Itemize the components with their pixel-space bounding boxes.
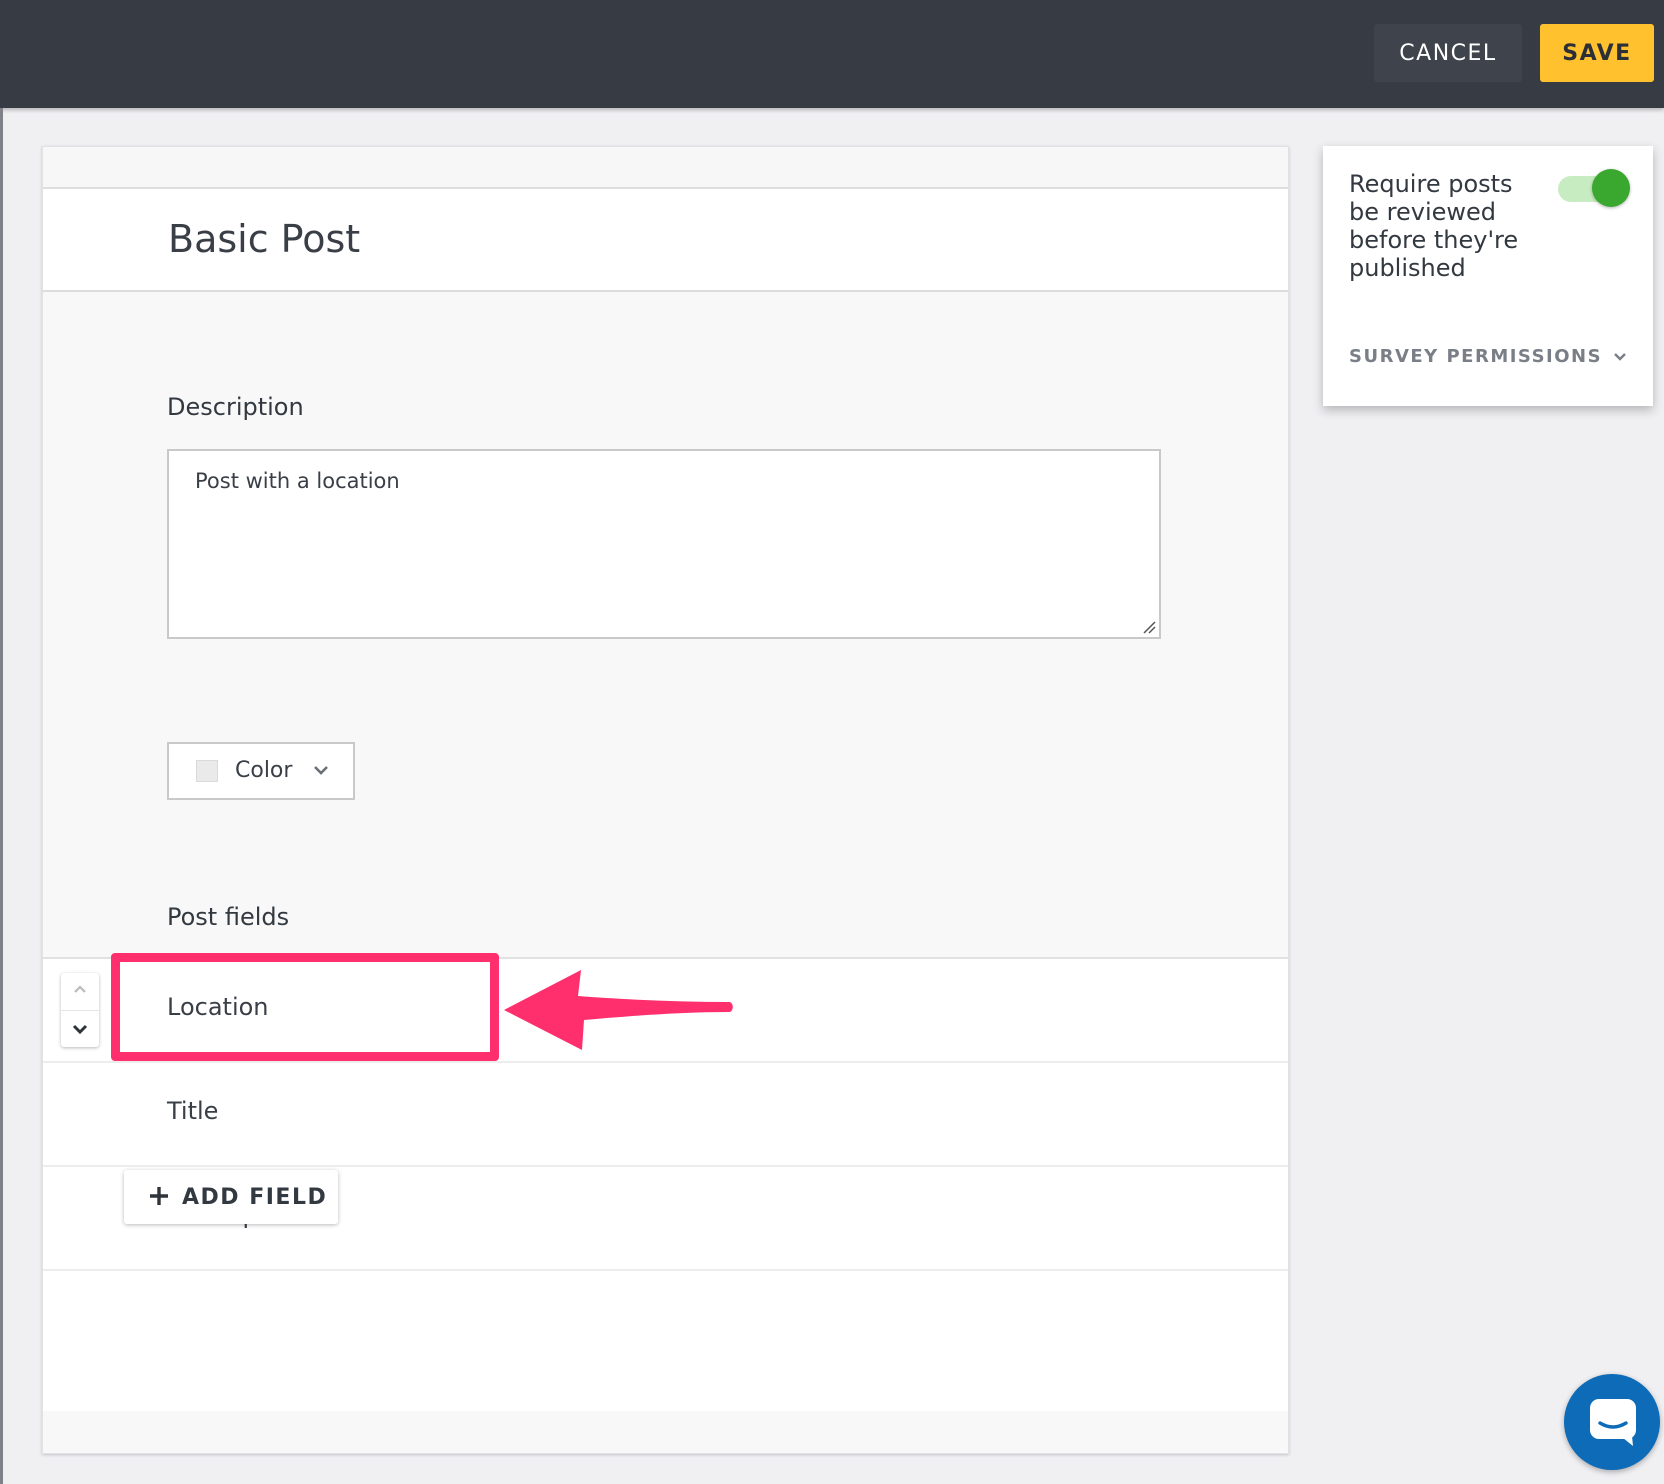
annotation-highlight-box [111, 953, 499, 1061]
save-button[interactable]: SAVE [1540, 24, 1654, 82]
reorder-controls [61, 973, 99, 1047]
left-edge [0, 108, 3, 1484]
resize-handle-icon[interactable] [1142, 620, 1156, 634]
description-label: Description [167, 393, 304, 421]
color-picker-button[interactable]: Color [167, 742, 355, 800]
chevron-down-icon [314, 766, 328, 775]
description-textarea[interactable]: Post with a location [167, 449, 1161, 639]
add-field-label: ADD FIELD [182, 1185, 328, 1210]
chat-icon [1590, 1399, 1636, 1446]
settings-panel: Require posts be reviewed before they're… [1323, 146, 1653, 406]
plus-icon [150, 1187, 168, 1205]
chevron-up-icon[interactable] [72, 983, 88, 995]
annotation-arrow-icon [504, 970, 733, 1050]
chat-button[interactable] [1564, 1374, 1660, 1470]
field-row-title[interactable]: Title [43, 1063, 1288, 1167]
toggle-knob[interactable] [1592, 169, 1630, 207]
cancel-button[interactable]: CANCEL [1374, 24, 1522, 82]
require-review-label: Require posts be reviewed before they're… [1349, 170, 1519, 282]
chevron-down-icon[interactable] [72, 1023, 88, 1035]
color-label: Color [235, 758, 293, 783]
post-fields-label: Post fields [167, 903, 290, 931]
description-value: Post with a location [195, 469, 400, 493]
survey-permissions-toggle[interactable]: SURVEY PERMISSIONS [1349, 346, 1602, 367]
survey-editor-card: Basic Post Description Post with a locat… [42, 146, 1289, 1454]
reorder-divider [61, 1010, 99, 1011]
top-bar: CANCEL SAVE [0, 0, 1664, 108]
field-label: Title [167, 1097, 219, 1125]
chevron-down-icon[interactable] [1614, 352, 1626, 361]
add-field-button[interactable]: ADD FIELD [124, 1170, 338, 1224]
title-bar: Basic Post [43, 189, 1288, 292]
color-swatch [196, 760, 218, 782]
card-top-strip [43, 147, 1288, 189]
page-title: Basic Post [168, 217, 361, 261]
